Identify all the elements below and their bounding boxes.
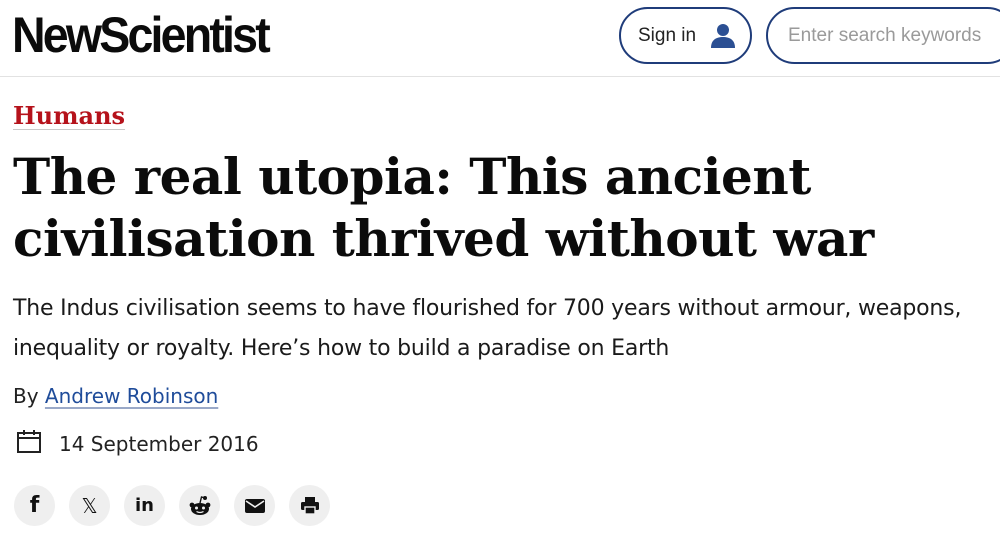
article-standfirst: The Indus civilisation seems to have flo… [13,296,962,361]
print-icon [300,497,319,514]
calendar-icon [16,428,42,459]
share-reddit-button[interactable] [179,485,220,526]
sign-in-button[interactable]: Sign in [619,7,752,64]
publish-date: 14 September 2016 [59,431,259,456]
site-logo[interactable]: NewScientist [12,6,271,64]
reddit-icon [188,495,212,517]
sign-in-label: Sign in [638,24,697,46]
user-icon [709,23,737,55]
x-icon: 𝕏 [81,493,98,518]
article-category-link[interactable]: Humans [13,101,125,130]
share-print-button[interactable] [289,485,330,526]
share-x-button[interactable]: 𝕏 [69,485,110,526]
share-linkedin-button[interactable]: in [124,485,165,526]
byline-prefix: By [13,384,39,408]
share-email-button[interactable] [234,485,275,526]
linkedin-icon: in [135,495,154,516]
byline: By Andrew Robinson [13,384,218,408]
site-header: NewScientist Sign in [0,0,1000,77]
email-icon [244,498,265,514]
share-bar: f 𝕏 in [14,485,330,526]
author-link[interactable]: Andrew Robinson [45,384,218,408]
share-facebook-button[interactable]: f [14,485,55,526]
facebook-icon: f [29,493,40,518]
search-input[interactable] [766,7,1000,64]
publish-date-row: 14 September 2016 [16,428,259,459]
article-headline: The real utopia: This ancient civilisati… [13,147,874,268]
